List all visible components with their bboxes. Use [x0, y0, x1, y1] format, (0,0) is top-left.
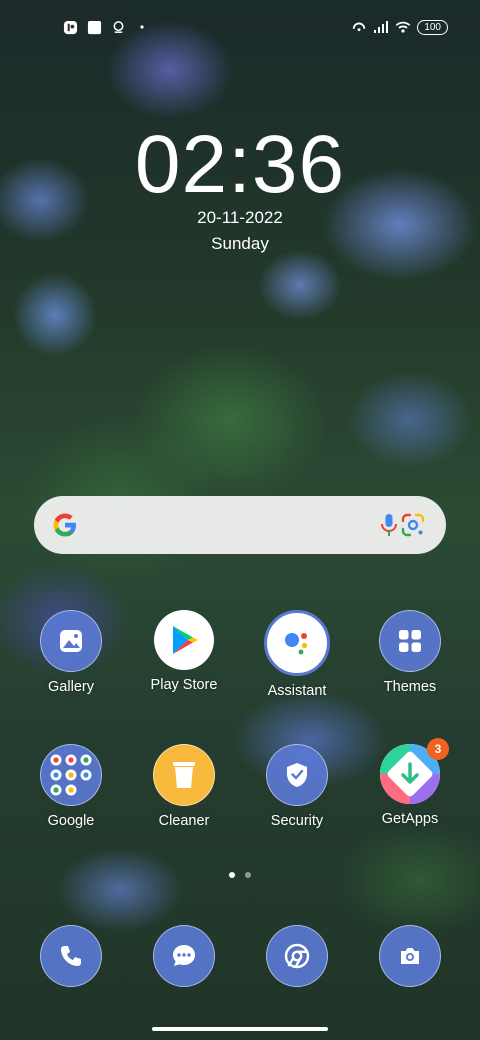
- wifi-icon: [395, 19, 411, 35]
- more-dot-icon: [134, 19, 150, 35]
- assistant-icon: [264, 610, 330, 676]
- signal-icon: [373, 19, 389, 35]
- app-assistant[interactable]: Assistant: [242, 610, 352, 699]
- app-label: Assistant: [267, 683, 327, 699]
- themes-icon: [379, 610, 441, 672]
- chrome-icon: [266, 925, 328, 987]
- play-store-icon: [154, 610, 214, 670]
- gallery-notification-icon: [86, 19, 102, 35]
- page-dot: [245, 872, 251, 878]
- hotspot-icon: [351, 19, 367, 35]
- gesture-nav-handle[interactable]: [152, 1027, 328, 1031]
- battery-indicator: 100: [417, 19, 448, 35]
- app-label: Play Store: [150, 677, 218, 693]
- page-indicator[interactable]: [0, 872, 480, 878]
- status-right-icons: 100: [351, 19, 448, 35]
- app-label: Google: [47, 813, 95, 829]
- google-folder-icon: [40, 744, 102, 806]
- dock-camera[interactable]: [355, 925, 465, 987]
- dock-messages[interactable]: [129, 925, 239, 987]
- app-themes[interactable]: Themes: [355, 610, 465, 695]
- app-label: GetApps: [381, 811, 439, 827]
- cleaner-icon: [153, 744, 215, 806]
- phone-icon: [40, 925, 102, 987]
- app-gallery[interactable]: Gallery: [16, 610, 126, 695]
- messages-icon: [153, 925, 215, 987]
- status-left-icons: [62, 19, 150, 35]
- app-notification-icon: [62, 19, 78, 35]
- app-label: Cleaner: [158, 813, 210, 829]
- location-notification-icon: [110, 19, 126, 35]
- app-security[interactable]: Security: [242, 744, 352, 829]
- google-search-bar[interactable]: [34, 496, 446, 554]
- app-play-store[interactable]: Play Store: [129, 610, 239, 693]
- notification-badge: 3: [427, 738, 449, 760]
- dock-chrome[interactable]: [242, 925, 352, 987]
- page-dot-active: [229, 872, 235, 878]
- app-label: Themes: [383, 679, 437, 695]
- app-label: Gallery: [48, 679, 94, 695]
- security-icon: [266, 744, 328, 806]
- clock-day: Sunday: [211, 234, 269, 253]
- gallery-icon: [40, 610, 102, 672]
- lens-icon[interactable]: [400, 512, 426, 543]
- app-label: Security: [270, 813, 324, 829]
- folder-google[interactable]: Google: [16, 744, 126, 829]
- app-cleaner[interactable]: Cleaner: [129, 744, 239, 829]
- camera-icon: [379, 925, 441, 987]
- dock-phone[interactable]: [16, 925, 126, 987]
- clock-date: 20-11-2022: [197, 208, 283, 227]
- google-g-icon: [50, 510, 80, 545]
- app-getapps[interactable]: 3 GetApps: [355, 738, 465, 827]
- clock-time[interactable]: 02:36: [0, 118, 480, 212]
- status-bar: 100: [0, 0, 480, 56]
